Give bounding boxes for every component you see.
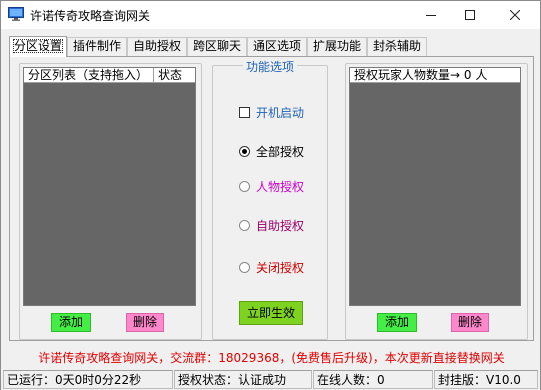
column-header-status[interactable]: 状态: [154, 68, 195, 83]
checkbox-box[interactable]: [239, 107, 250, 118]
tab-label: 插件制作: [73, 39, 121, 53]
radio-close-authorization[interactable]: 关闭授权: [239, 259, 304, 276]
tab-partition-settings[interactable]: 分区设置: [9, 36, 67, 57]
maximize-button[interactable]: [448, 1, 492, 29]
add-partition-button[interactable]: 添加: [51, 313, 91, 332]
tab-label: 封杀辅助: [373, 39, 421, 53]
authorized-players-list[interactable]: 授权玩家人物数量→ 0 人: [349, 67, 521, 306]
radio-label: 全部授权: [256, 143, 304, 160]
status-bar: 已运行：0天0时0分22秒 授权状态：认证成功 在线人数：0 封挂版：V10.0: [1, 369, 540, 390]
radio-label: 关闭授权: [256, 259, 304, 276]
apply-now-button[interactable]: 立即生效: [239, 301, 303, 325]
tab-label: 通区选项: [253, 39, 301, 53]
tab-plugin-making[interactable]: 插件制作: [67, 37, 127, 56]
radio-button[interactable]: [239, 181, 250, 192]
status-online-count: 在线人数：0: [313, 370, 433, 389]
authorized-players-header: 授权玩家人物数量→ 0 人: [350, 68, 520, 83]
footer-note: 许诺传奇攻略查询网关，交流群：18029368，(免费售后升级)，本次更新直接替…: [1, 349, 541, 366]
tab-universal-options[interactable]: 通区选项: [247, 37, 307, 56]
radio-label: 人物授权: [256, 178, 304, 195]
main-window: 许诺传奇攻略查询网关 分区设置 插件制作 自助授权 跨区聊天 通区选项 扩展功能: [0, 0, 541, 390]
title-bar[interactable]: 许诺传奇攻略查询网关: [1, 1, 540, 29]
tab-label: 扩展功能: [313, 39, 361, 53]
autostart-label: 开机启动: [256, 104, 304, 121]
tab-label: 自助授权: [133, 39, 181, 53]
tab-label: 分区设置: [13, 39, 63, 53]
radio-all-authorization[interactable]: 全部授权: [239, 143, 304, 160]
autostart-checkbox[interactable]: 开机启动: [239, 104, 304, 121]
radio-button[interactable]: [239, 262, 250, 273]
tab-self-authorization[interactable]: 自助授权: [127, 37, 187, 56]
window-title: 许诺传奇攻略查询网关: [30, 7, 150, 24]
column-header-authorized-count[interactable]: 授权玩家人物数量→ 0 人: [350, 68, 520, 83]
partition-list[interactable]: 分区列表（支持拖入） 状态: [23, 67, 196, 306]
monitor-icon: [8, 7, 24, 21]
add-player-button[interactable]: 添加: [377, 313, 417, 332]
delete-partition-button[interactable]: 删除: [126, 313, 164, 332]
radio-label: 自助授权: [256, 217, 304, 234]
status-uptime: 已运行：0天0时0分22秒: [3, 370, 173, 389]
radio-button[interactable]: [239, 220, 250, 231]
partition-list-header: 分区列表（支持拖入） 状态: [24, 68, 195, 83]
column-header-partition[interactable]: 分区列表（支持拖入）: [24, 68, 154, 83]
radio-button[interactable]: [239, 146, 250, 157]
radio-character-authorization[interactable]: 人物授权: [239, 178, 304, 195]
tab-block-cheats[interactable]: 封杀辅助: [367, 37, 427, 56]
tab-label: 跨区聊天: [193, 39, 241, 53]
function-options-legend: 功能选项: [213, 58, 327, 75]
close-button[interactable]: [493, 1, 537, 29]
status-auth: 授权状态：认证成功: [174, 370, 312, 389]
tab-extended-functions[interactable]: 扩展功能: [307, 37, 367, 56]
minimize-button[interactable]: [409, 1, 453, 29]
tab-cross-server-chat[interactable]: 跨区聊天: [187, 37, 247, 56]
delete-player-button[interactable]: 删除: [451, 313, 489, 332]
status-version: 封挂版：V10.0: [434, 370, 538, 389]
radio-self-authorization[interactable]: 自助授权: [239, 217, 304, 234]
